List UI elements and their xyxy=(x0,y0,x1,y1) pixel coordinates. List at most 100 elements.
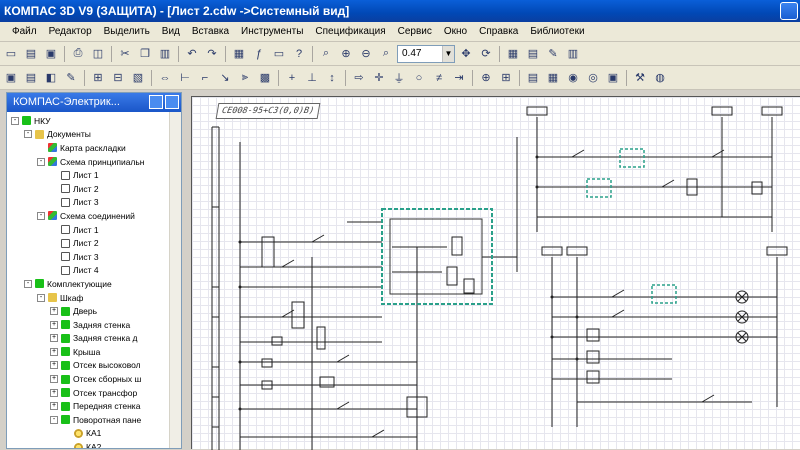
pan-icon[interactable]: ✥ xyxy=(457,45,475,63)
collapse-icon[interactable]: - xyxy=(37,293,45,302)
connector-icon[interactable]: ⇨ xyxy=(350,69,368,87)
expand-icon[interactable]: + xyxy=(50,388,58,397)
refresh-icon[interactable]: ⟳ xyxy=(477,45,495,63)
cut-icon[interactable]: ✂ xyxy=(116,45,134,63)
tree-item[interactable]: - Комплектующие xyxy=(7,277,181,291)
menu-item[interactable]: Сервис xyxy=(392,26,438,37)
menu-item[interactable]: Выделить xyxy=(98,26,156,37)
scheme-icon[interactable]: ▤ xyxy=(22,69,40,87)
branch-icon[interactable]: ⊢ xyxy=(176,69,194,87)
ground-icon[interactable]: ⏚ xyxy=(390,69,408,87)
paste-icon[interactable]: ▥ xyxy=(156,45,174,63)
record-icon[interactable]: ◉ xyxy=(564,69,582,87)
minimize-button[interactable] xyxy=(780,2,798,20)
tree-item[interactable]: + Дверь xyxy=(7,304,181,318)
collapse-icon[interactable]: - xyxy=(37,211,45,220)
not-equal-icon[interactable]: ≠ xyxy=(430,69,448,87)
zoom-in-icon[interactable]: ⊕ xyxy=(337,45,355,63)
help-icon[interactable]: ? xyxy=(290,45,308,63)
table-icon[interactable]: ▤ xyxy=(524,69,542,87)
collapse-icon[interactable]: - xyxy=(11,116,19,125)
matrix-icon[interactable]: ▦ xyxy=(544,69,562,87)
new-file-icon[interactable]: ▭ xyxy=(2,45,20,63)
tree-item[interactable]: + Отсек сборных ш xyxy=(7,372,181,386)
corner-icon[interactable]: ⌐ xyxy=(196,69,214,87)
tree-scrollbar[interactable] xyxy=(169,112,181,448)
zoom-scale-field[interactable]: 0.47 ▼ xyxy=(397,44,455,63)
menu-item[interactable]: Вставка xyxy=(186,26,235,37)
bus-icon[interactable]: ⫸ xyxy=(236,69,254,87)
drawing-sheet[interactable]: СЕ008-95+СЗ(0,0)В) xyxy=(191,96,800,450)
shield-icon[interactable]: ▩ xyxy=(256,69,274,87)
menu-item[interactable]: Редактор xyxy=(43,26,98,37)
menu-item[interactable]: Инструменты xyxy=(235,26,309,37)
cross-icon[interactable]: + xyxy=(283,69,301,87)
tree-item[interactable]: + Задняя стенка д xyxy=(7,332,181,346)
properties-icon[interactable]: ▤ xyxy=(524,45,542,63)
tree-item[interactable]: Карта раскладки xyxy=(7,141,181,155)
insert-coil-icon[interactable]: ▧ xyxy=(129,69,147,87)
save-icon[interactable]: ▣ xyxy=(42,45,60,63)
layers-icon[interactable]: ▦ xyxy=(504,45,522,63)
collapse-icon[interactable]: - xyxy=(24,130,32,139)
expand-icon[interactable]: + xyxy=(50,347,58,356)
globe-icon[interactable]: ◍ xyxy=(651,69,669,87)
tree-item[interactable]: Лист 1 xyxy=(7,168,181,182)
redo-icon[interactable]: ↷ xyxy=(203,45,221,63)
tree-item[interactable]: + Задняя стенка xyxy=(7,318,181,332)
tree-item[interactable]: + Отсек высоковол xyxy=(7,359,181,373)
collapse-icon[interactable]: - xyxy=(37,157,45,166)
zoom-window-icon[interactable]: ⌕ xyxy=(317,45,335,63)
panel-pin-button[interactable] xyxy=(149,95,163,109)
tree-item[interactable]: + Передняя стенка xyxy=(7,399,181,413)
tree-item[interactable]: КА1 xyxy=(7,427,181,441)
tree-item[interactable]: - Схема соединений xyxy=(7,209,181,223)
function-icon[interactable]: ƒ xyxy=(250,45,268,63)
copy-icon[interactable]: ❐ xyxy=(136,45,154,63)
expand-icon[interactable]: + xyxy=(50,320,58,329)
expand-icon[interactable]: + xyxy=(50,375,58,384)
print-icon[interactable]: ⎙ xyxy=(69,45,87,63)
junction-icon[interactable]: ⊥ xyxy=(303,69,321,87)
collapse-icon[interactable]: - xyxy=(24,279,32,288)
expand-icon[interactable]: + xyxy=(50,334,58,343)
tree-item[interactable]: + Отсек трансфор xyxy=(7,386,181,400)
wire-icon[interactable]: ↘ xyxy=(216,69,234,87)
tree-item[interactable]: Лист 1 xyxy=(7,223,181,237)
wrench-icon[interactable]: ⚒ xyxy=(631,69,649,87)
expand-icon[interactable]: + xyxy=(50,402,58,411)
edit-icon[interactable]: ✎ xyxy=(62,69,80,87)
zoom-out-icon[interactable]: ⊖ xyxy=(357,45,375,63)
target-icon[interactable]: ⊕ xyxy=(477,69,495,87)
circle-icon[interactable]: ○ xyxy=(410,69,428,87)
tree-item[interactable]: + Крыша xyxy=(7,345,181,359)
menu-item[interactable]: Файл xyxy=(6,26,43,37)
tree-item[interactable]: - НКУ xyxy=(7,114,181,128)
chevron-down-icon[interactable]: ▼ xyxy=(442,45,454,62)
tree-item[interactable]: Лист 2 xyxy=(7,236,181,250)
library-icon[interactable]: ▥ xyxy=(564,45,582,63)
report-icon[interactable]: ▣ xyxy=(604,69,622,87)
break-icon[interactable]: ⇥ xyxy=(450,69,468,87)
grid-icon[interactable]: ⊞ xyxy=(497,69,515,87)
doc-icon[interactable]: ▭ xyxy=(270,45,288,63)
tree-item[interactable]: Лист 3 xyxy=(7,250,181,264)
tree-item[interactable]: КА2 xyxy=(7,440,181,448)
open-file-icon[interactable]: ▤ xyxy=(22,45,40,63)
expand-icon[interactable]: + xyxy=(50,307,58,316)
zoom-scale-icon[interactable]: ⌕ xyxy=(377,45,395,63)
menu-item[interactable]: Библиотеки xyxy=(524,26,590,37)
tree-item[interactable]: Лист 2 xyxy=(7,182,181,196)
preview-icon[interactable]: ◫ xyxy=(89,45,107,63)
disk-icon[interactable]: ◎ xyxy=(584,69,602,87)
undo-icon[interactable]: ↶ xyxy=(183,45,201,63)
component-icon[interactable]: ◧ xyxy=(42,69,60,87)
arrow-icon[interactable]: ↕ xyxy=(323,69,341,87)
tree-item[interactable]: - Схема принципиальн xyxy=(7,155,181,169)
line-icon[interactable]: ⇔ xyxy=(156,69,174,87)
tree-item[interactable]: - Поворотная пане xyxy=(7,413,181,427)
tree-item[interactable]: Лист 3 xyxy=(7,196,181,210)
project-icon[interactable]: ▣ xyxy=(2,69,20,87)
menu-item[interactable]: Вид xyxy=(156,26,186,37)
insert-contact-icon[interactable]: ⊟ xyxy=(109,69,127,87)
